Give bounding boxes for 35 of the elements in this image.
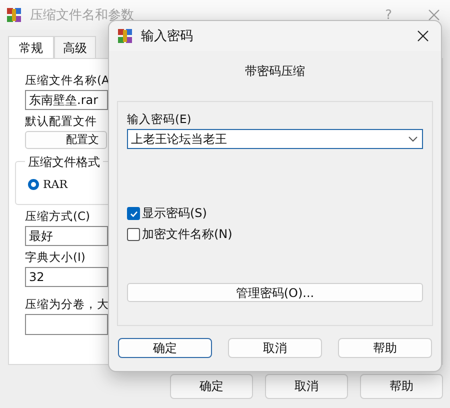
archive-name-field[interactable]: 东南壁垒.rar <box>25 90 108 110</box>
checkmark-icon <box>128 208 138 218</box>
dialog-button[interactable]: 取消 <box>265 374 348 399</box>
profile-button[interactable]: 配置文 <box>25 131 107 149</box>
radio-label: RAR <box>43 178 68 191</box>
dialog-button[interactable]: 确定 <box>170 374 253 399</box>
dialog-title: 输入密码 <box>141 28 193 45</box>
dialog-button[interactable]: 帮助 <box>338 338 432 358</box>
checkbox-label: 加密文件名称(N) <box>142 226 232 243</box>
field-label: 输入密码(E) <box>127 112 192 127</box>
radio-button[interactable] <box>28 179 39 190</box>
dialog-button[interactable]: 取消 <box>228 338 322 358</box>
app-icon <box>6 7 22 23</box>
group-label: 压缩文件格式 <box>25 154 103 171</box>
checkbox[interactable] <box>127 207 140 220</box>
close-icon[interactable] <box>417 30 429 42</box>
field-label: 默认配置文件 <box>25 114 97 129</box>
field-label: 字典大小(I) <box>25 250 86 265</box>
checkbox-label: 显示密码(S) <box>142 205 207 222</box>
manage-passwords-button[interactable]: 管理密码(O)... <box>127 283 423 302</box>
tab[interactable]: 常规 <box>8 36 54 58</box>
tab[interactable]: 高级 <box>54 36 96 58</box>
method-dropdown[interactable]: 最好 <box>25 226 108 246</box>
chevron-down-icon[interactable] <box>408 136 418 142</box>
dictionary-field[interactable]: 32 <box>25 267 108 287</box>
dialog-heading: 带密码压缩 <box>244 63 306 80</box>
dialog-button[interactable]: 确定 <box>118 338 212 358</box>
password-field[interactable]: 上老王论坛当老王 <box>127 129 423 149</box>
field-label: 压缩为分卷，大 <box>25 297 109 312</box>
checkbox[interactable] <box>127 228 140 241</box>
app-icon <box>117 28 133 44</box>
dialog-button[interactable]: 帮助 <box>360 374 443 399</box>
split-size-field[interactable] <box>25 314 108 335</box>
field-label: 压缩方式(C) <box>25 209 90 224</box>
window-title: 压缩文件名和参数 <box>30 7 134 24</box>
